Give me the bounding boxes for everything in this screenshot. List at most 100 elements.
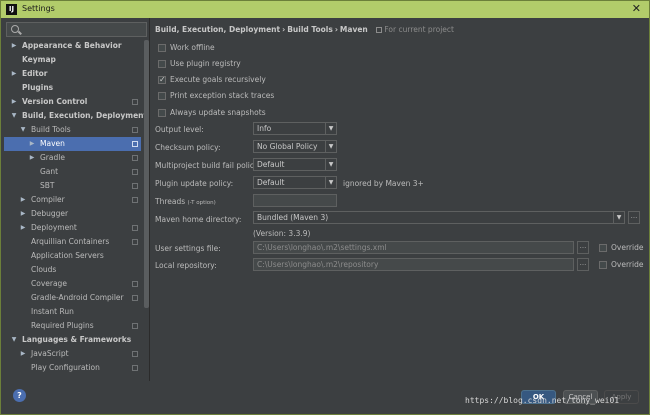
sidebar-item-compiler[interactable]: ▶ Compiler	[4, 193, 141, 207]
sidebar-item-coverage[interactable]: Coverage	[4, 277, 141, 291]
checkbox-label: Work offline	[170, 43, 215, 52]
select-value: Default	[257, 178, 285, 187]
chevron-down-icon[interactable]: ▼	[325, 159, 336, 170]
plugin-update-policy-select[interactable]: Default ▼	[253, 176, 337, 189]
collapsed-arrow-icon[interactable]: ▶	[19, 193, 27, 207]
breadcrumb-part: Build, Execution, Deployment	[155, 25, 281, 34]
sidebar-item-gradle-android-compiler[interactable]: Gradle-Android Compiler	[4, 291, 141, 305]
sidebar-item-editor[interactable]: ▶ Editor	[4, 67, 141, 81]
sidebar-item-clouds[interactable]: Clouds	[4, 263, 141, 277]
collapsed-arrow-icon[interactable]: ▶	[10, 39, 18, 53]
checkbox-box[interactable]	[158, 109, 166, 117]
project-scope-icon	[132, 141, 138, 147]
maven-home-browse-button[interactable]: ...	[628, 211, 640, 224]
settings-sidebar: ▶ Appearance & Behavior Keymap ▶ Editor Plugi…	[4, 20, 149, 380]
sidebar-item-label: Plugins	[22, 83, 54, 92]
sidebar-item-version-control[interactable]: ▶ Version Control	[4, 95, 141, 109]
sidebar-item-label: Build, Execution, Deployment	[22, 111, 148, 120]
checkbox-box[interactable]	[599, 244, 607, 252]
checkbox-box[interactable]	[158, 92, 166, 100]
sidebar-item-arquillian-containers[interactable]: Arquillian Containers	[4, 235, 141, 249]
chevron-down-icon[interactable]: ▼	[613, 212, 624, 223]
sidebar-item-label: Appearance & Behavior	[22, 41, 122, 50]
project-scope-icon	[132, 99, 138, 105]
sidebar-item-label: SBT	[40, 181, 55, 190]
expanded-arrow-icon[interactable]: ▼	[19, 123, 27, 137]
fail-policy-select[interactable]: Default ▼	[253, 158, 337, 171]
expanded-arrow-icon[interactable]: ▼	[10, 109, 18, 123]
collapsed-arrow-icon[interactable]: ▶	[28, 137, 36, 151]
collapsed-arrow-icon[interactable]: ▶	[19, 207, 27, 221]
collapsed-arrow-icon[interactable]: ▶	[10, 67, 18, 81]
sidebar-item-plugins[interactable]: Plugins	[4, 81, 141, 95]
collapsed-arrow-icon[interactable]: ▶	[19, 347, 27, 361]
chevron-down-icon[interactable]: ▼	[325, 123, 336, 134]
sidebar-item-label: Gradle	[40, 153, 65, 162]
checkbox-label: Print exception stack traces	[170, 91, 275, 100]
project-scope-icon	[376, 27, 383, 33]
sidebar-item-deployment[interactable]: ▶ Deployment	[4, 221, 141, 235]
collapsed-arrow-icon[interactable]: ▶	[10, 95, 18, 109]
checkbox-box[interactable]	[158, 60, 166, 68]
select-value: Info	[257, 124, 272, 133]
sidebar-item-appearance-behavior[interactable]: ▶ Appearance & Behavior	[4, 39, 141, 53]
maven-version-text: (Version: 3.3.9)	[253, 229, 311, 238]
sidebar-item-gradle[interactable]: ▶ Gradle	[4, 151, 141, 165]
maven-settings-panel: Build, Execution, Deployment › Build Tools…	[150, 18, 649, 381]
help-icon[interactable]: ?	[13, 389, 26, 402]
sidebar-item-label: Compiler	[31, 195, 65, 204]
sidebar-item-label: Maven	[40, 139, 65, 148]
sidebar-item-debugger[interactable]: ▶ Debugger	[4, 207, 141, 221]
sidebar-item-required-plugins[interactable]: Required Plugins	[4, 319, 141, 333]
search-input[interactable]	[6, 22, 147, 37]
close-icon[interactable]: ✕	[632, 2, 641, 15]
breadcrumb-separator: ›	[282, 25, 286, 34]
project-scope-icon	[132, 155, 138, 161]
collapsed-arrow-icon[interactable]: ▶	[19, 221, 27, 235]
sidebar-item-play-configuration[interactable]: Play Configuration	[4, 361, 141, 375]
checkbox-box[interactable]	[158, 44, 166, 52]
sidebar-item-javascript[interactable]: ▶ JavaScript	[4, 347, 141, 361]
sidebar-item-keymap[interactable]: Keymap	[4, 53, 141, 67]
checkbox-box[interactable]	[599, 261, 607, 269]
chevron-down-icon[interactable]: ▼	[325, 141, 336, 152]
project-scope-icon	[132, 239, 138, 245]
local-repository-browse-button[interactable]: ...	[577, 258, 589, 271]
checkbox-label: Always update snapshots	[170, 108, 266, 117]
local-repository-input[interactable]: C:\Users\longhao\.m2\repository	[253, 258, 574, 271]
sidebar-item-label: Instant Run	[31, 307, 74, 316]
window-title: Settings	[22, 4, 55, 13]
sidebar-item-label: Build Tools	[31, 125, 71, 134]
sidebar-item-sbt[interactable]: SBT	[4, 179, 141, 193]
maven-home-select[interactable]: Bundled (Maven 3) ▼	[253, 211, 625, 224]
sidebar-item-maven[interactable]: ▶ Maven	[4, 137, 141, 151]
sidebar-item-label: Clouds	[31, 265, 57, 274]
chevron-down-icon[interactable]: ▼	[325, 177, 336, 188]
sidebar-item-application-servers[interactable]: Application Servers	[4, 249, 141, 263]
project-scope-icon	[132, 127, 138, 133]
expanded-arrow-icon[interactable]: ▼	[10, 333, 18, 347]
breadcrumb-part: Build Tools	[287, 25, 333, 34]
threads-input[interactable]	[253, 194, 337, 207]
user-settings-browse-button[interactable]: ...	[577, 241, 589, 254]
scope-note: For current project	[376, 25, 454, 34]
breadcrumb: Build, Execution, Deployment › Build Tools…	[155, 25, 454, 34]
sidebar-item-label: Arquillian Containers	[31, 237, 110, 246]
sidebar-item-label: Deployment	[31, 223, 77, 232]
threads-hint: (-T option)	[187, 200, 216, 206]
sidebar-item-languages-frameworks[interactable]: ▼ Languages & Frameworks	[4, 333, 141, 347]
sidebar-item-build-execution-deployment[interactable]: ▼ Build, Execution, Deployment	[4, 109, 147, 123]
output-level-label: Output level:	[155, 125, 204, 134]
select-value: Default	[257, 160, 285, 169]
output-level-select[interactable]: Info ▼	[253, 122, 337, 135]
collapsed-arrow-icon[interactable]: ▶	[28, 151, 36, 165]
sidebar-item-instant-run[interactable]: Instant Run	[4, 305, 141, 319]
checksum-policy-select[interactable]: No Global Policy ▼	[253, 140, 337, 153]
sidebar-item-label: Application Servers	[31, 251, 104, 260]
sidebar-item-gant[interactable]: Gant	[4, 165, 141, 179]
sidebar-item-label: Gant	[40, 167, 59, 176]
user-settings-input[interactable]: C:\Users\longhao\.m2\settings.xml	[253, 241, 574, 254]
search-icon	[11, 25, 19, 33]
checkbox-box[interactable]	[158, 74, 166, 86]
sidebar-item-build-tools[interactable]: ▼ Build Tools	[4, 123, 141, 137]
